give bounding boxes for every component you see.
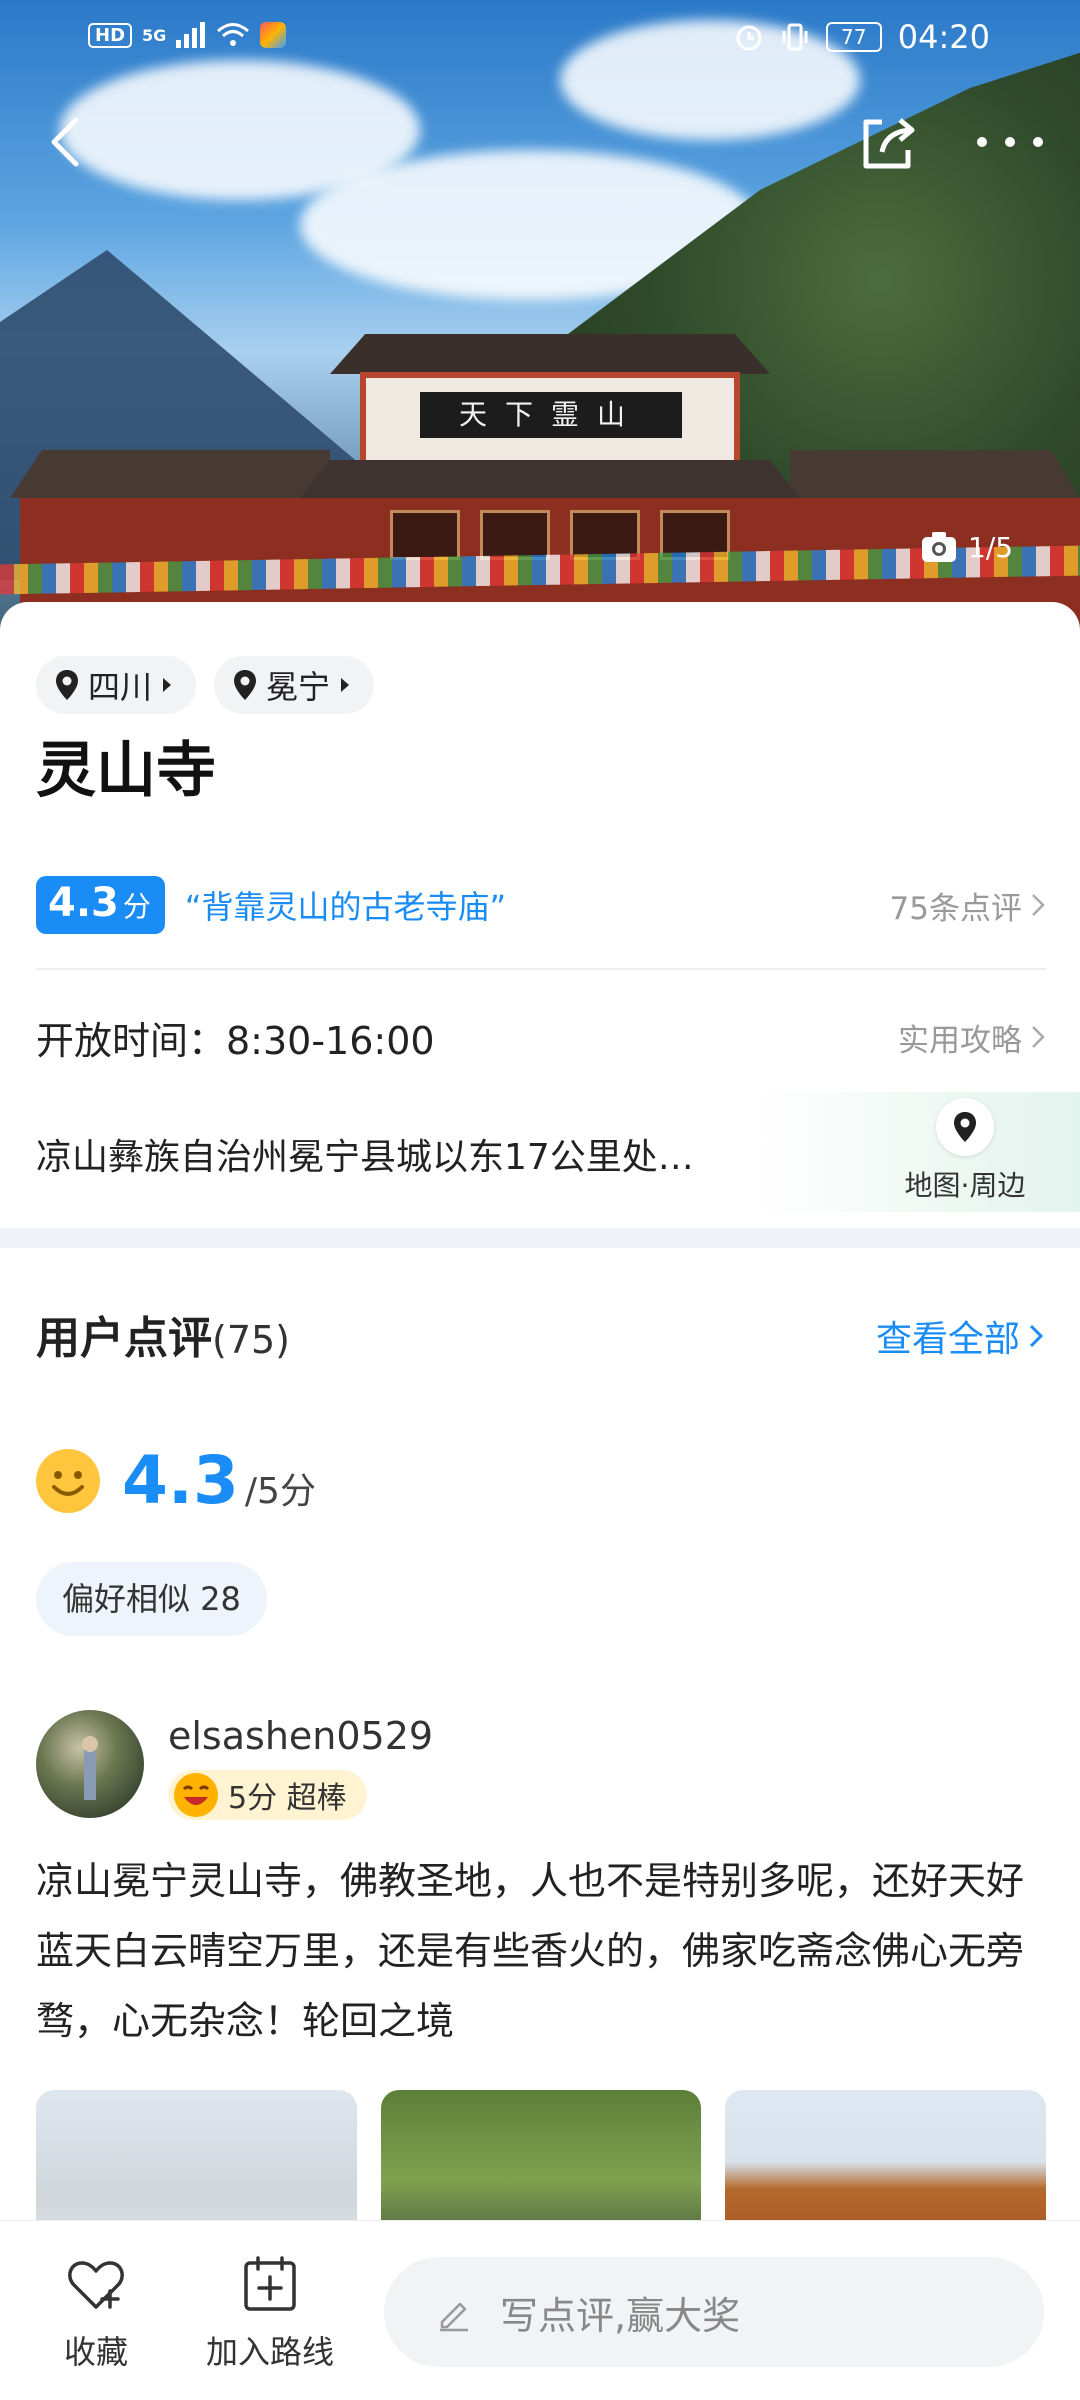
review-count-text: 75条点评 — [889, 890, 1022, 927]
more-dots-icon — [977, 137, 1043, 147]
reviews-count: (75) — [212, 1318, 291, 1362]
alarm-icon — [736, 25, 762, 51]
divider — [36, 968, 1046, 970]
reviews-section-title: 用户点评(75) — [36, 1302, 290, 1366]
location-pin-icon — [954, 1112, 976, 1142]
more-options-button[interactable] — [970, 122, 1050, 162]
vibrate-icon — [782, 23, 808, 51]
heart-plus-icon — [68, 2261, 124, 2309]
similar-preference-filter[interactable]: 偏好相似 28 — [36, 1562, 267, 1636]
review-body[interactable]: 凉山冕宁灵山寺，佛教圣地，人也不是特别多呢，还好天好蓝天白云晴空万里，还是有些香… — [36, 1846, 1046, 2056]
add-route-label: 加入路线 — [205, 2333, 334, 2371]
review-username[interactable]: elsashen0529 — [168, 1714, 433, 1758]
battery-icon: 77 — [825, 22, 882, 52]
map-pin-badge — [936, 1098, 994, 1156]
favorite-label: 收藏 — [63, 2333, 128, 2371]
smile-face-icon — [36, 1448, 100, 1513]
network-type: 5G — [142, 25, 167, 45]
write-review-placeholder: 写点评,赢大奖 — [500, 2293, 741, 2338]
page-title: 灵山寺 — [36, 736, 216, 806]
section-separator — [0, 1228, 1080, 1248]
address-row[interactable]: 凉山彝族自治州冕宁县城以东17公里处… 地图·周边 — [0, 1092, 1080, 1212]
practical-guide-label: 实用攻略 — [898, 1022, 1022, 1059]
chevron-right-icon — [1029, 1324, 1044, 1348]
overall-score-unit: /5分 — [244, 1471, 316, 1512]
location-tag-label: 四川 — [88, 668, 153, 706]
practical-guide-link[interactable]: 实用攻略 — [898, 1015, 1046, 1060]
review-rating-badge: 5分 超棒 — [168, 1770, 367, 1820]
location-tag-county[interactable]: 冕宁 — [214, 656, 375, 714]
temple-plaque: 天下霊山 — [420, 392, 682, 438]
highlight-quote: “背靠灵山的古老寺庙” — [184, 888, 507, 926]
opening-hours-text: 开放时间：8:30-16:00 — [36, 1018, 435, 1063]
caret-right-icon — [341, 678, 350, 692]
add-route-button[interactable]: 加入路线 — [200, 2255, 340, 2373]
temple-illustration: 天下霊山 — [0, 320, 1080, 640]
bottom-action-bar: 收藏 加入路线 写点评,赢大奖 — [0, 2220, 1080, 2400]
caret-right-icon — [163, 678, 172, 692]
pencil-icon — [440, 2302, 468, 2332]
score-value: 4.3 — [48, 880, 119, 926]
score-unit: 分 — [122, 890, 151, 923]
location-tag-province[interactable]: 四川 — [36, 656, 197, 714]
address-text: 凉山彝族自治州冕宁县城以东17公里处… — [36, 1137, 694, 1178]
app-notification-icon — [260, 22, 287, 48]
score-badge: 4.3 分 — [36, 876, 165, 934]
back-button[interactable] — [40, 110, 96, 174]
location-pin-icon — [56, 670, 78, 700]
overall-score-value: 4.3 — [122, 1442, 239, 1519]
favorite-button[interactable]: 收藏 — [26, 2255, 166, 2373]
laughing-face-icon — [174, 1773, 218, 1817]
review-rating-text: 5分 超棒 — [228, 1781, 347, 1816]
wifi-icon — [217, 23, 250, 46]
photo-counter[interactable]: 1/5 — [920, 530, 1013, 564]
status-time: 04:20 — [897, 18, 990, 56]
chevron-right-icon — [1032, 894, 1045, 916]
detail-sheet: 四川 冕宁 灵山寺 4.3 分 “背靠灵山的古老寺庙” 75条点评 开放时间：8… — [0, 602, 1080, 2272]
share-icon — [863, 118, 915, 169]
map-nearby-label: 地图·周边 — [904, 1169, 1026, 1202]
share-button[interactable] — [852, 108, 922, 178]
hd-indicator: HD — [88, 22, 133, 48]
camera-icon — [922, 532, 956, 562]
calendar-plus-icon — [244, 2256, 296, 2311]
overall-score: 4.3 /5分 — [36, 1442, 316, 1519]
hero-photo[interactable]: 天下霊山 HD 5G 77 04:20 1/5 — [0, 0, 1080, 640]
chevron-left-icon — [51, 117, 79, 167]
chevron-right-icon — [1032, 1026, 1045, 1048]
signal-icon — [176, 22, 206, 48]
view-all-reviews-link[interactable]: 查看全部 — [876, 1310, 1044, 1362]
reviews-title: 用户点评 — [36, 1313, 212, 1364]
review-count-link[interactable]: 75条点评 — [890, 883, 1046, 928]
photo-counter-text: 1/5 — [968, 530, 1014, 564]
location-tags: 四川 冕宁 — [36, 656, 375, 714]
rating-row[interactable]: 4.3 分 “背靠灵山的古老寺庙” 75条点评 — [36, 872, 1046, 938]
map-nearby-button[interactable]: 地图·周边 — [890, 1098, 1040, 1208]
location-tag-label: 冕宁 — [266, 668, 331, 706]
avatar[interactable] — [36, 1710, 144, 1818]
status-bar: HD 5G 77 04:20 — [0, 0, 1080, 80]
location-pin-icon — [234, 670, 257, 700]
write-review-input[interactable]: 写点评,赢大奖 — [384, 2257, 1044, 2367]
view-all-label: 查看全部 — [875, 1319, 1020, 1360]
opening-hours-row: 开放时间：8:30-16:00 实用攻略 — [36, 1002, 1046, 1072]
